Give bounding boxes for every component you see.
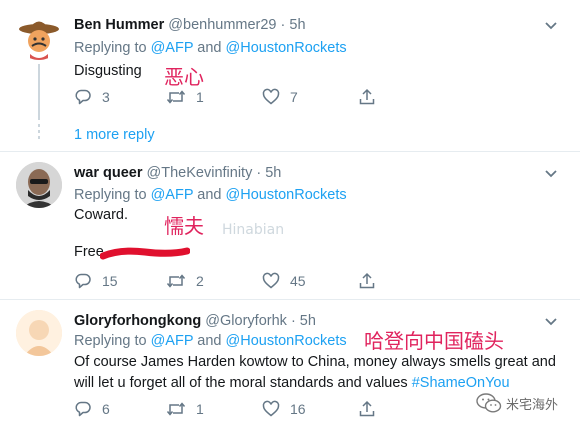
mention-houstonrockets[interactable]: @HoustonRockets (226, 333, 347, 349)
reply-icon (75, 401, 91, 417)
display-name[interactable]: war queer (74, 165, 143, 181)
profile-photo-icon (16, 162, 62, 208)
retweet-count: 1 (196, 89, 204, 105)
reply-button[interactable]: 6 (74, 399, 110, 419)
chevron-down-icon[interactable] (544, 317, 558, 327)
replying-and: and (197, 40, 222, 56)
reply-button[interactable]: 3 (74, 87, 110, 107)
mention-afp[interactable]: @AFP (151, 333, 194, 349)
watermark: 米宅海外 (476, 393, 558, 413)
replying-to-label: Replying to (74, 333, 147, 349)
share-button[interactable] (358, 87, 376, 107)
retweet-button[interactable]: 1 (166, 87, 204, 107)
display-name[interactable]: Gloryforhongkong (74, 313, 201, 329)
replying-to: Replying to @AFP and @HoustonRockets (74, 40, 347, 56)
mention-houstonrockets[interactable]: @HoustonRockets (226, 187, 347, 203)
annotation-text: 哈登向中国磕头 (364, 329, 504, 353)
replying-to-label: Replying to (74, 187, 147, 203)
reply-button[interactable]: 15 (74, 271, 118, 291)
replying-to-label: Replying to (74, 40, 147, 56)
reply-count: 6 (102, 401, 110, 417)
tweet-text: Disgusting (74, 63, 142, 79)
tweet-text-line-2: will let u forget all of the moral stand… (74, 373, 564, 394)
thread-line (38, 64, 40, 120)
share-button[interactable] (358, 399, 376, 419)
retweet-icon (166, 90, 186, 104)
retweet-count: 1 (196, 401, 204, 417)
like-button[interactable]: 45 (262, 271, 306, 291)
tweet-text: Of course James Harden kowtow to China, … (74, 352, 564, 394)
tweet-text-line-2-body: will let u forget all of the moral stand… (74, 375, 408, 391)
user-handle[interactable]: @benhummer29 (168, 17, 276, 33)
tweet-2[interactable]: war queer @TheKevinfinity · 5h Replying … (0, 152, 580, 298)
tweet-text-line-1: Of course James Harden kowtow to China, … (74, 354, 556, 370)
tweet-header: Gloryforhongkong @Gloryforhk · 5h (74, 313, 316, 329)
share-icon (359, 272, 375, 289)
redaction-scribble (100, 247, 190, 260)
chevron-down-icon[interactable] (544, 169, 558, 179)
chevron-down-icon[interactable] (544, 21, 558, 31)
like-count: 16 (290, 401, 306, 417)
avatar[interactable] (16, 162, 62, 208)
avatar[interactable] (16, 14, 62, 60)
tweet-header: Ben Hummer @benhummer29 · 5h (74, 17, 306, 33)
hashtag-link[interactable]: #ShameOnYou (412, 375, 510, 391)
retweet-count: 2 (196, 273, 204, 289)
avatar[interactable] (16, 310, 62, 356)
timestamp[interactable]: · 5h (291, 313, 316, 329)
annotation-text: 恶心 (164, 65, 204, 89)
retweet-button[interactable]: 1 (166, 399, 204, 419)
profile-photo-icon (16, 310, 62, 356)
user-handle[interactable]: @TheKevinfinity (147, 165, 253, 181)
like-button[interactable]: 16 (262, 399, 306, 419)
tweet-3[interactable]: Gloryforhongkong @Gloryforhk · 5h 哈登向中国磕… (0, 300, 580, 429)
share-icon (359, 88, 375, 105)
retweet-icon (166, 402, 186, 416)
tweet-actions: 15 2 45 (74, 271, 534, 291)
like-count: 45 (290, 273, 306, 289)
like-icon (262, 400, 280, 417)
replying-to: Replying to @AFP and @HoustonRockets (74, 187, 347, 203)
mention-houstonrockets[interactable]: @HoustonRockets (226, 40, 347, 56)
replying-and: and (197, 187, 222, 203)
reply-icon (75, 273, 91, 289)
wechat-icon (476, 393, 502, 413)
like-count: 7 (290, 89, 298, 105)
more-replies-link[interactable]: 1 more reply (74, 127, 155, 143)
replying-and: and (197, 333, 222, 349)
tweet-text: Coward. (74, 207, 128, 223)
mention-afp[interactable]: @AFP (151, 187, 194, 203)
mention-afp[interactable]: @AFP (151, 40, 194, 56)
replying-to: Replying to @AFP and @HoustonRockets (74, 333, 347, 349)
cowboy-avatar-icon (16, 14, 62, 60)
reply-count: 3 (102, 89, 110, 105)
faint-watermark: Hinabian (222, 222, 285, 238)
like-icon (262, 272, 280, 289)
tweet-header: war queer @TheKevinfinity · 5h (74, 165, 281, 181)
timestamp[interactable]: · 5h (281, 17, 306, 33)
share-icon (359, 400, 375, 417)
like-button[interactable]: 7 (262, 87, 298, 107)
display-name[interactable]: Ben Hummer (74, 17, 164, 33)
like-icon (262, 88, 280, 105)
tweet-actions: 6 1 16 (74, 399, 534, 419)
thread-dots (38, 124, 40, 142)
user-handle[interactable]: @Gloryforhk (205, 313, 287, 329)
tweet-1[interactable]: Ben Hummer @benhummer29 · 5h Replying to… (0, 0, 580, 151)
reply-count: 15 (102, 273, 118, 289)
watermark-text: 米宅海外 (506, 397, 559, 413)
retweet-icon (166, 274, 186, 288)
retweet-button[interactable]: 2 (166, 271, 204, 291)
annotation-text: 懦夫 (164, 214, 204, 238)
tweet-actions: 3 1 7 (74, 87, 534, 107)
reply-icon (75, 89, 91, 105)
timestamp[interactable]: · 5h (256, 165, 281, 181)
share-button[interactable] (358, 271, 376, 291)
